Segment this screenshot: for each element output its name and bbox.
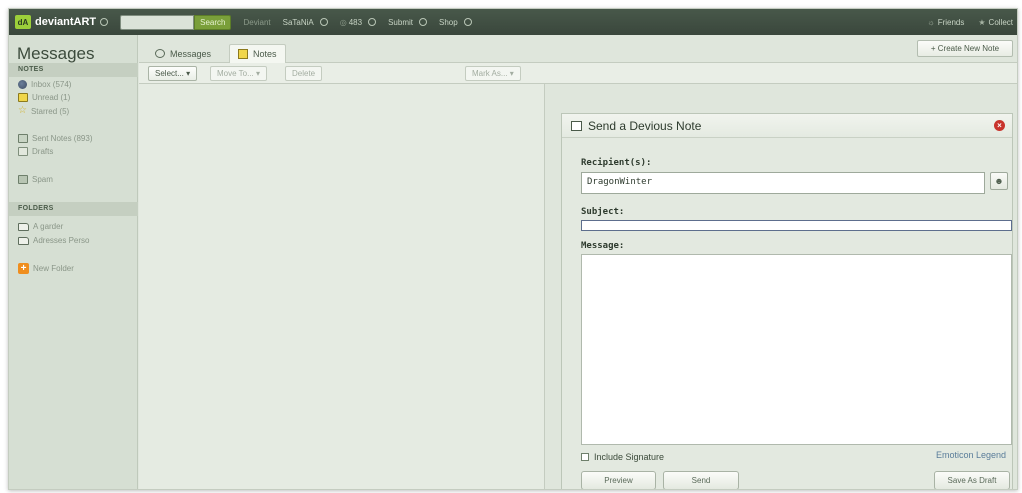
search-input[interactable] [120, 14, 195, 30]
top-nav-bar: dA deviantART Search Deviant SaTaNiA ◎ 4… [9, 9, 1017, 35]
tab-messages[interactable]: Messages [147, 44, 219, 63]
message-count-link[interactable]: ◎ 483 [339, 17, 377, 27]
sidebar-item-label: Drafts [32, 147, 54, 156]
sidebar-folder-adresses-perso[interactable]: Adresses Perso [18, 236, 89, 245]
sidebar-item-spam[interactable]: Spam [18, 175, 53, 184]
username-text: SaTaNiA [282, 17, 314, 27]
count-menu-circle-icon[interactable] [368, 18, 377, 26]
sidebar-item-drafts[interactable]: Drafts [18, 147, 53, 156]
sidebar-item-label: Adresses Perso [33, 236, 90, 245]
deviantart-logo-icon: dA [15, 15, 31, 29]
message-list[interactable] [139, 84, 545, 489]
submit-text: Submit [388, 17, 413, 27]
shop-text: Shop [438, 17, 458, 27]
subject-label: Subject: [581, 207, 625, 217]
tabs-row: Messages Notes + Create New Note [139, 35, 1017, 63]
preview-button[interactable]: Preview [581, 471, 656, 489]
move-to-dropdown-button[interactable]: Move To... ▾ [210, 66, 267, 81]
sidebar-item-label: Sent Notes (893) [32, 134, 93, 143]
sidebar-item-label: A garder [33, 222, 64, 231]
logo-menu-circle-icon[interactable] [100, 18, 109, 26]
friends-text: Friends [937, 17, 965, 27]
recipient-input[interactable]: DragonWinter [581, 172, 985, 194]
friends-icon: ☼ [927, 17, 935, 27]
shop-link[interactable]: Shop [439, 18, 472, 27]
toolbar-right-strip [545, 63, 1017, 84]
sidebar-item-label: New Folder [33, 264, 74, 273]
star-icon: ☆ [18, 105, 27, 116]
include-signature-label: Include Signature [594, 452, 665, 462]
create-new-note-button[interactable]: + Create New Note [917, 40, 1013, 57]
compose-title: Send a Devious Note [588, 118, 702, 133]
emoticon-legend-link[interactable]: Emoticon Legend [936, 450, 1006, 460]
message-icon [155, 49, 165, 58]
message-textarea[interactable] [581, 254, 1012, 445]
search-button[interactable]: Search [194, 14, 232, 30]
deviantart-logo[interactable]: dA deviantART [15, 15, 96, 29]
include-signature-checkbox[interactable] [581, 453, 589, 461]
folder-icon [18, 236, 29, 245]
sidebar-item-label: Inbox (574) [31, 80, 72, 89]
folders-section-header: FOLDERS [9, 202, 138, 216]
save-as-draft-button[interactable]: Save As Draft [934, 471, 1010, 489]
compose-note-panel: Send a Devious Note × Recipient(s): Drag… [561, 113, 1013, 489]
sidebar-item-label: Unread (1) [32, 93, 71, 102]
collect-star-icon: ★ [978, 17, 986, 27]
collect-link[interactable]: ★ Collect [978, 18, 1013, 27]
sidebar: Messages NOTES Inbox (574) Unread (1) ☆ … [9, 35, 138, 489]
sidebar-item-unread[interactable]: Unread (1) [18, 93, 70, 102]
notes-section-header: NOTES [9, 63, 138, 77]
send-button[interactable]: Send [663, 471, 739, 489]
page-title: Messages [17, 44, 95, 63]
mark-as-dropdown-button[interactable]: Mark As... ▾ [465, 66, 521, 81]
tab-notes[interactable]: Notes [229, 44, 286, 63]
recipient-label: Recipient(s): [581, 158, 652, 168]
submit-menu-circle-icon[interactable] [418, 18, 427, 26]
drafts-icon [18, 147, 28, 156]
deviant-label: Deviant [243, 17, 271, 27]
compose-note-icon [571, 120, 582, 131]
subject-input[interactable] [581, 220, 1012, 231]
delete-button[interactable]: Delete [285, 66, 323, 81]
app-window: dA deviantART Search Deviant SaTaNiA ◎ 4… [8, 8, 1018, 490]
close-icon[interactable]: × [994, 120, 1005, 131]
include-signature-row[interactable]: Include Signature [581, 452, 664, 462]
top-nav-right: ☼ Friends ★ Collect [927, 9, 1013, 35]
address-book-icon[interactable]: ☻ [990, 172, 1008, 190]
sidebar-folder-a-garder[interactable]: A garder [18, 222, 63, 231]
collect-text: Collect [988, 17, 1013, 27]
compose-header: Send a Devious Note [562, 114, 1012, 138]
folder-icon [18, 222, 29, 231]
shop-menu-circle-icon[interactable] [463, 18, 472, 26]
spam-icon [18, 175, 28, 184]
add-folder-icon: + [18, 263, 29, 274]
message-count: 483 [348, 17, 363, 27]
submit-link[interactable]: Submit [388, 18, 427, 27]
tab-label: Notes [253, 49, 277, 59]
note-icon [238, 49, 248, 59]
select-dropdown-button[interactable]: Select... ▾ [148, 66, 198, 81]
eye-icon: ◎ [339, 17, 347, 27]
username-link[interactable]: SaTaNiA [283, 18, 328, 27]
tab-label: Messages [170, 48, 212, 59]
message-label: Message: [581, 241, 625, 251]
sidebar-item-label: Spam [32, 175, 53, 184]
message-toolbar: Select... ▾ Move To... ▾ Delete Mark As.… [139, 63, 545, 84]
username-menu-circle-icon[interactable] [319, 18, 328, 26]
friends-link[interactable]: ☼ Friends [927, 18, 964, 27]
sent-notes-icon [18, 134, 28, 143]
sidebar-item-starred[interactable]: ☆ Starred (5) [18, 106, 69, 116]
unread-icon [18, 93, 28, 102]
sidebar-item-inbox[interactable]: Inbox (574) [18, 80, 71, 89]
sidebar-item-label: Starred (5) [30, 106, 70, 116]
logo-text: deviantART [35, 16, 97, 28]
inbox-icon [18, 80, 27, 89]
sidebar-item-sent-notes[interactable]: Sent Notes (893) [18, 134, 92, 143]
new-folder-button[interactable]: + New Folder [18, 263, 74, 274]
